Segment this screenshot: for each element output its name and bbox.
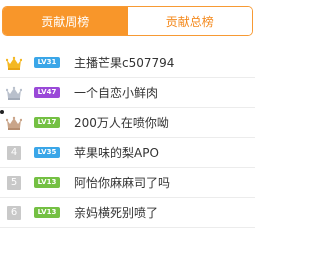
level-badge: LV13	[34, 177, 60, 188]
ranking-row[interactable]: 6 LV13 亲妈横死别喷了	[0, 198, 255, 228]
username: 阿怡你麻麻司了吗	[74, 176, 171, 190]
rank-number: 5	[6, 175, 22, 191]
level-badge: LV17	[34, 117, 60, 128]
rank-number: 4	[6, 145, 22, 161]
level-badge: LV47	[34, 87, 60, 98]
level-badge: LV35	[34, 147, 60, 158]
silver-crown-icon	[6, 85, 22, 101]
username: 主播芒果c507794	[74, 56, 175, 70]
level-badge: LV13	[34, 207, 60, 218]
ranking-row[interactable]: LV31 主播芒果c507794	[0, 48, 255, 78]
ranking-row[interactable]: 4 LV35 苹果味的梨APO	[0, 138, 255, 168]
ranking-row[interactable]: 5 LV13 阿怡你麻麻司了吗	[0, 168, 255, 198]
ranking-tabs: 贡献周榜 贡献总榜	[2, 6, 253, 36]
rank-number: 6	[6, 205, 22, 221]
username: 一个自恋小鲜肉	[74, 86, 159, 100]
rank-number-label: 4	[7, 145, 21, 160]
level-badge: LV31	[34, 57, 60, 68]
rank-number-label: 6	[7, 205, 21, 220]
tab-weekly-contribution[interactable]: 贡献周榜	[3, 7, 128, 35]
tab-total-contribution[interactable]: 贡献总榜	[127, 7, 252, 35]
gold-crown-icon	[6, 55, 22, 71]
bronze-crown-icon	[6, 115, 22, 131]
rank-number-label: 5	[7, 175, 21, 190]
username: 亲妈横死别喷了	[74, 206, 159, 220]
contribution-ranking-page: 贡献周榜 贡献总榜 LV31 主播芒果c507794 LV47 一个自恋小鲜肉 …	[0, 0, 255, 255]
ranking-row[interactable]: LV17 200万人在喷你呦	[0, 108, 255, 138]
marker-dot	[0, 110, 4, 114]
username: 苹果味的梨APO	[74, 146, 159, 160]
ranking-list: LV31 主播芒果c507794 LV47 一个自恋小鲜肉 LV17 200万人…	[0, 48, 255, 228]
ranking-row[interactable]: LV47 一个自恋小鲜肉	[0, 78, 255, 108]
username: 200万人在喷你呦	[74, 116, 169, 130]
